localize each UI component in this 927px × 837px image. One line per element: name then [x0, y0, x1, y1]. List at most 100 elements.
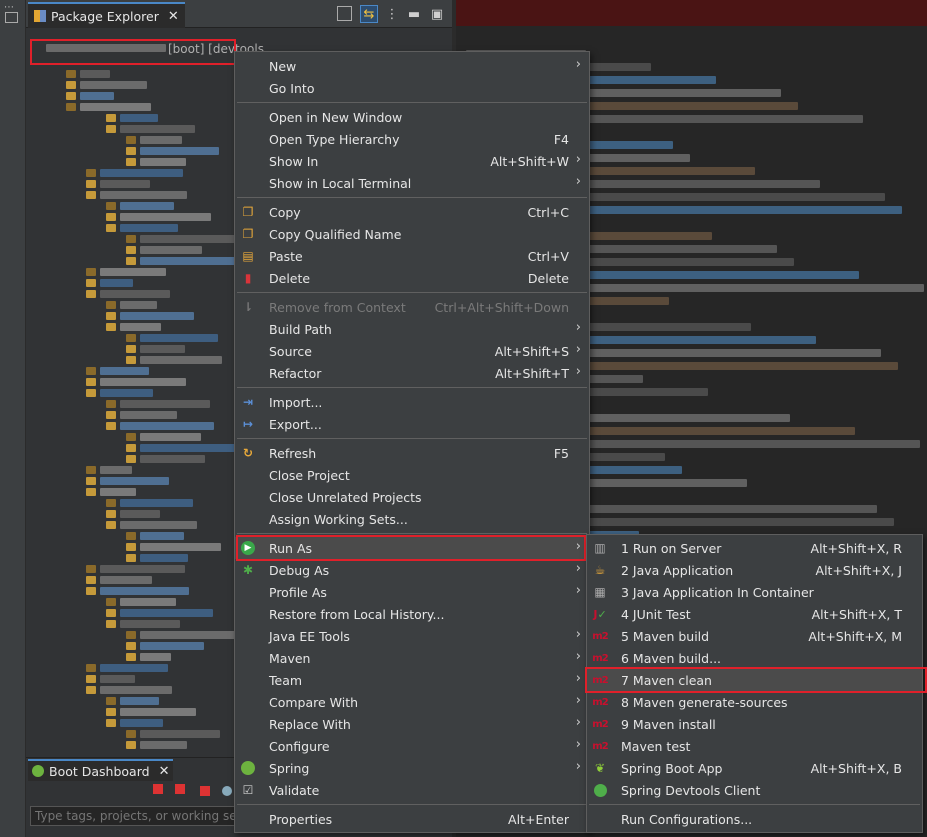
menu-separator: [237, 804, 587, 805]
menu-item-java-ee-tools[interactable]: Java EE Tools ›: [235, 625, 589, 647]
menu-item-label: Remove from Context: [269, 300, 406, 315]
copy-icon: ❐: [242, 205, 254, 219]
run-as-item-8-maven-generate-sources[interactable]: m2 8 Maven generate-sources: [587, 691, 922, 713]
import-icon: ⇥: [242, 395, 254, 409]
menu-item-copy-qualified-name[interactable]: ❐ Copy Qualified Name: [235, 223, 589, 245]
tab-boot-dashboard[interactable]: Boot Dashboard ✕: [28, 759, 174, 781]
menu-item-label: Run Configurations...: [621, 812, 753, 827]
menu-item-paste[interactable]: ▤ Paste Ctrl+V: [235, 245, 589, 267]
menu-item-shortcut: F5: [553, 446, 569, 461]
chevron-right-icon: ›: [575, 737, 581, 752]
menu-item-label: Copy: [269, 205, 301, 220]
menu-item-debug-as[interactable]: ✱ Debug As ›: [235, 559, 589, 581]
menu-item-label: 6 Maven build...: [621, 651, 722, 666]
menu-item-label: 5 Maven build: [621, 629, 710, 644]
menu-item-label: Maven: [269, 651, 311, 666]
menu-item-refresh[interactable]: ↻ Refresh F5: [235, 442, 589, 464]
start-icon[interactable]: [153, 784, 163, 794]
link-with-editor-icon[interactable]: ⇆: [360, 5, 378, 23]
tag-filter-input[interactable]: [30, 806, 256, 826]
context-menu: New › Go Into Open in New Window Open Type H…: [234, 51, 590, 833]
menu-item-replace-with[interactable]: Replace With ›: [235, 713, 589, 735]
menu-item-go-into[interactable]: Go Into: [235, 77, 589, 99]
run-as-item-1-run-on-server[interactable]: ▥ 1 Run on Server Alt+Shift+X, R: [587, 537, 922, 559]
menu-item-label: Assign Working Sets...: [269, 512, 408, 527]
stop-icon[interactable]: [200, 786, 210, 796]
menu-item-open-type-hierarchy[interactable]: Open Type Hierarchy F4: [235, 128, 589, 150]
menu-item-label: Paste: [269, 249, 303, 264]
menu-item-show-in-local-terminal[interactable]: Show in Local Terminal ›: [235, 172, 589, 194]
menu-item-compare-with[interactable]: Compare With ›: [235, 691, 589, 713]
menu-item-build-path[interactable]: Build Path ›: [235, 318, 589, 340]
menu-item-refactor[interactable]: Refactor Alt+Shift+T ›: [235, 362, 589, 384]
chevron-right-icon: ›: [575, 342, 581, 357]
menu-item-label: 4 JUnit Test: [621, 607, 691, 622]
chevron-right-icon: ›: [575, 539, 581, 554]
menu-item-import[interactable]: ⇥ Import...: [235, 391, 589, 413]
restore-icon[interactable]: [5, 12, 18, 23]
close-icon[interactable]: ✕: [168, 9, 179, 24]
menu-item-shortcut: Alt+Shift+X, M: [808, 629, 902, 644]
run-as-item-spring-devtools-client[interactable]: Spring Devtools Client: [587, 779, 922, 801]
debug-start-icon[interactable]: [175, 784, 185, 794]
globe-icon[interactable]: [222, 786, 232, 796]
validate-icon: ☑: [242, 783, 254, 797]
run-as-item-3-java-application-in-container[interactable]: ▦ 3 Java Application In Container: [587, 581, 922, 603]
menu-item-close-unrelated-projects[interactable]: Close Unrelated Projects: [235, 486, 589, 508]
menu-separator: [589, 804, 920, 805]
menu-item-export[interactable]: ↦ Export...: [235, 413, 589, 435]
menu-item-validate[interactable]: ☑ Validate: [235, 779, 589, 801]
menu-item-team[interactable]: Team ›: [235, 669, 589, 691]
menu-item-shortcut: Ctrl+Alt+Shift+Down: [434, 300, 569, 315]
menu-item-maven[interactable]: Maven ›: [235, 647, 589, 669]
menu-item-profile-as[interactable]: Profile As ›: [235, 581, 589, 603]
menu-item-assign-working-sets[interactable]: Assign Working Sets...: [235, 508, 589, 530]
menu-item-shortcut: F4: [553, 132, 569, 147]
menu-item-show-in[interactable]: Show In Alt+Shift+W ›: [235, 150, 589, 172]
menu-item-delete[interactable]: ▮ Delete Delete: [235, 267, 589, 289]
menu-item-configure[interactable]: Configure ›: [235, 735, 589, 757]
chevron-right-icon: ›: [575, 152, 581, 167]
menu-item-label: Spring Boot App: [621, 761, 723, 776]
minimize-icon[interactable]: ▬: [405, 5, 423, 23]
run-as-item-maven-test[interactable]: m2 Maven test: [587, 735, 922, 757]
package-icon: [34, 10, 46, 22]
menu-item-open-in-new-window[interactable]: Open in New Window: [235, 106, 589, 128]
menu-item-properties[interactable]: Properties Alt+Enter: [235, 808, 589, 830]
copy-qualified-icon: ❐: [242, 227, 254, 241]
menu-item-copy[interactable]: ❐ Copy Ctrl+C: [235, 201, 589, 223]
run-as-item-2-java-application[interactable]: ☕ 2 Java Application Alt+Shift+X, J: [587, 559, 922, 581]
tab-package-explorer[interactable]: Package Explorer ✕: [28, 2, 185, 28]
spring-icon: [32, 765, 44, 777]
maximize-icon[interactable]: ▣: [428, 5, 446, 23]
menu-item-label: Copy Qualified Name: [269, 227, 402, 242]
export-icon: ↦: [242, 417, 254, 431]
run-as-item-7-maven-clean[interactable]: m2 7 Maven clean: [587, 669, 922, 691]
run-as-item-9-maven-install[interactable]: m2 9 Maven install: [587, 713, 922, 735]
menu-separator: [237, 533, 587, 534]
menu-item-restore-from-local-history[interactable]: Restore from Local History...: [235, 603, 589, 625]
menu-item-label: Debug As: [269, 563, 330, 578]
collapse-all-icon[interactable]: [337, 6, 352, 21]
view-menu-icon[interactable]: ⋮: [383, 5, 401, 23]
chevron-right-icon: ›: [575, 364, 581, 379]
run-as-item-spring-boot-app[interactable]: ❦ Spring Boot App Alt+Shift+X, B: [587, 757, 922, 779]
spring-icon: [240, 760, 256, 776]
server-icon: ▥: [594, 541, 606, 555]
run-as-item-run-configurations[interactable]: Run Configurations...: [587, 808, 922, 830]
menu-item-run-as[interactable]: ▶ Run As ›: [235, 537, 589, 559]
menu-item-label: Spring Devtools Client: [621, 783, 761, 798]
run-as-item-4-junit-test[interactable]: J✓ 4 JUnit Test Alt+Shift+X, T: [587, 603, 922, 625]
close-icon[interactable]: ✕: [159, 764, 170, 779]
menu-item-spring[interactable]: Spring ›: [235, 757, 589, 779]
run-as-item-6-maven-build[interactable]: m2 6 Maven build...: [587, 647, 922, 669]
menu-item-new[interactable]: New ›: [235, 55, 589, 77]
menu-item-source[interactable]: Source Alt+Shift+S ›: [235, 340, 589, 362]
menu-item-close-project[interactable]: Close Project: [235, 464, 589, 486]
menu-item-shortcut: Delete: [527, 271, 569, 286]
menu-item-shortcut: Alt+Shift+T: [495, 366, 569, 381]
run-as-item-5-maven-build[interactable]: m2 5 Maven build Alt+Shift+X, M: [587, 625, 922, 647]
menu-item-label: Source: [269, 344, 312, 359]
chevron-right-icon: ›: [575, 174, 581, 189]
menu-item-label: Compare With: [269, 695, 359, 710]
